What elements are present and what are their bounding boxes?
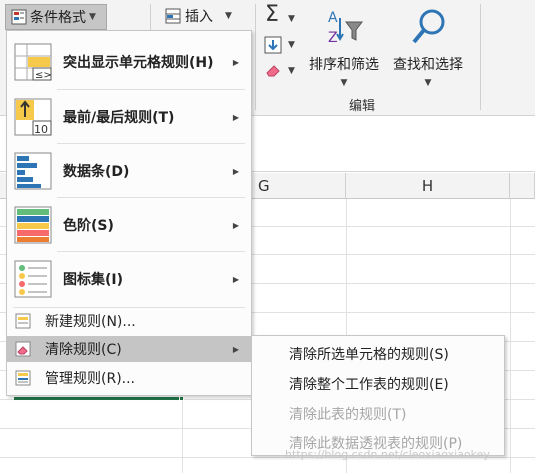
highlight-cells-icon: ≤> [14, 43, 52, 81]
menu-item-highlight-cells-rules[interactable]: ≤> 突出显示单元格规则(H) ▶ [7, 35, 251, 89]
sort-filter-button[interactable]: A Z 排序和筛选 ▼ [305, 8, 383, 88]
menu-item-label: 数据条(D) [63, 164, 130, 180]
menu-item-icon-sets[interactable]: 图标集(I) ▶ [7, 252, 251, 306]
menu-item-color-scales[interactable]: 色阶(S) ▶ [7, 198, 251, 252]
svg-text:≤>: ≤> [35, 70, 52, 81]
ribbon-divider [255, 4, 256, 110]
menu-item-label: 清除规则(C) [45, 342, 122, 358]
eraser-icon[interactable] [265, 62, 283, 78]
chevron-down-icon: ▼ [424, 78, 432, 88]
clear-table-rules: 清除此表的规则(T) [289, 407, 407, 423]
svg-text:Z: Z [328, 30, 338, 46]
manage-rules-icon [15, 370, 31, 386]
column-header-label: G [258, 176, 270, 195]
menu-item-label: 突出显示单元格规则(H) [63, 55, 214, 71]
sort-filter-label: 排序和筛选 [309, 57, 379, 73]
menu-item-new-rule[interactable]: 新建规则(N)... [7, 308, 251, 334]
menu-item-label: 管理规则(R)... [45, 371, 136, 387]
menu-item-data-bars[interactable]: 数据条(D) ▶ [7, 144, 251, 198]
chevron-right-icon: ▶ [232, 57, 239, 67]
color-scales-icon [14, 206, 52, 244]
selected-cell-border [14, 397, 183, 400]
find-select-button[interactable]: 查找和选择 ▼ [388, 8, 468, 88]
icon-sets-icon [14, 260, 52, 298]
insert-label: 插入 [185, 9, 213, 25]
gridline [510, 199, 511, 473]
new-rule-icon [15, 313, 31, 329]
chevron-right-icon: ▶ [232, 112, 239, 122]
menu-item-clear-rules[interactable]: 清除规则(C) ▶ [7, 336, 251, 362]
insert-cells-icon [165, 8, 181, 24]
column-header[interactable] [510, 173, 535, 199]
fill-down-icon[interactable] [264, 36, 282, 54]
menu-item-label: 最前/最后规则(T) [63, 110, 175, 126]
chevron-right-icon: ▶ [232, 166, 239, 176]
find-select-label: 查找和选择 [393, 57, 463, 73]
chevron-down-icon: ▼ [225, 11, 232, 21]
chevron-down-icon: ▼ [89, 12, 96, 22]
column-header-label: H [421, 176, 434, 195]
chevron-down-icon[interactable]: ▼ [288, 66, 295, 76]
menu-item-top-bottom-rules[interactable]: 10 最前/最后规则(T) ▶ [7, 90, 251, 144]
watermark: https://blog.csdn.net/cleoxiaoxiaokey [285, 448, 490, 461]
fill-handle[interactable] [179, 396, 184, 401]
conditional-format-icon [11, 9, 27, 25]
magnifier-icon [412, 9, 445, 44]
editing-group-label: 编辑 [349, 99, 376, 114]
chevron-right-icon: ▶ [232, 274, 239, 284]
chevron-down-icon[interactable]: ▼ [288, 40, 295, 50]
menu-item-manage-rules[interactable]: 管理规则(R)... [7, 365, 251, 391]
conditional-format-menu: ≤> 突出显示单元格规则(H) ▶ 10 最前/最后规则(T) ▶ 数据条(D)… [6, 30, 252, 396]
insert-button[interactable]: 插入 ▼ [165, 6, 232, 26]
conditional-format-button[interactable]: 条件格式 ▼ [5, 4, 107, 30]
clear-selected-cells-rules[interactable]: 清除所选单元格的规则(S) [289, 344, 449, 364]
svg-text:A: A [328, 10, 338, 26]
menu-item-label: 新建规则(N)... [45, 314, 136, 330]
svg-text:10: 10 [34, 123, 48, 136]
conditional-format-label: 条件格式 [30, 10, 86, 26]
clear-rules-submenu: 清除所选单元格的规则(S) 清除整个工作表的规则(E) 清除此表的规则(T) 清… [251, 335, 505, 456]
eraser-icon [15, 341, 31, 357]
menu-item-label: 色阶(S) [63, 218, 114, 234]
top-bottom-icon: 10 [14, 98, 52, 136]
data-bars-icon [14, 152, 52, 190]
clear-entire-sheet-rules[interactable]: 清除整个工作表的规则(E) [289, 374, 449, 394]
chevron-right-icon: ▶ [232, 344, 239, 354]
chevron-down-icon[interactable]: ▼ [288, 14, 295, 24]
sort-filter-icon: A Z [328, 10, 363, 46]
column-header-h[interactable]: H [346, 173, 510, 199]
chevron-right-icon: ▶ [232, 220, 239, 230]
chevron-down-icon: ▼ [340, 78, 348, 88]
ribbon-divider [480, 4, 481, 110]
autosum-icon[interactable]: Σ [265, 2, 279, 27]
menu-item-label: 图标集(I) [63, 272, 124, 288]
